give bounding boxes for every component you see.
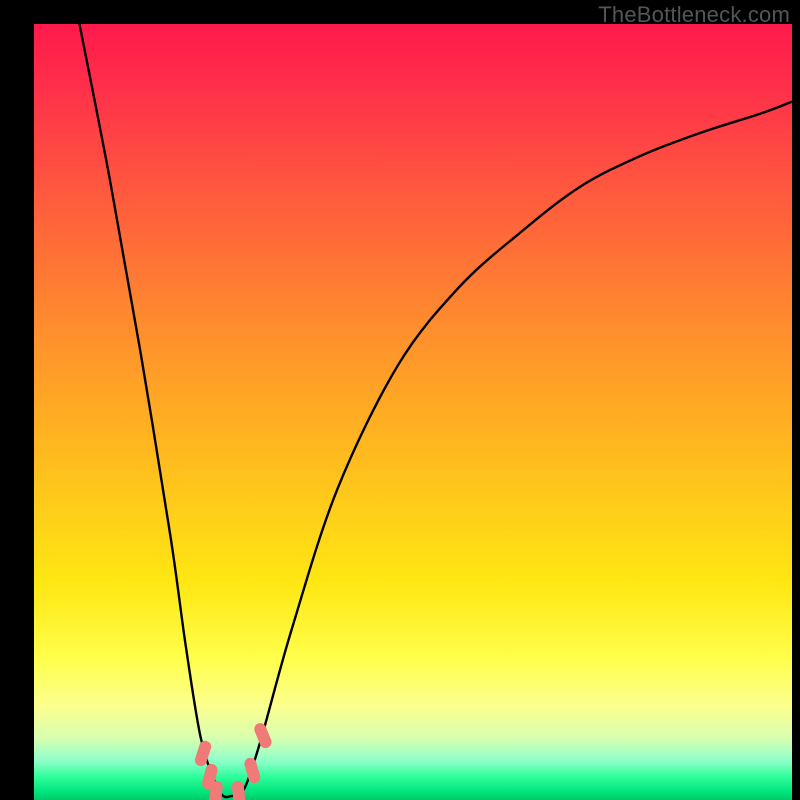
bottleneck-curve-svg <box>34 24 792 800</box>
curve-marker <box>243 756 262 784</box>
curve-minimum-markers <box>193 721 273 800</box>
curve-marker <box>193 739 212 767</box>
bottleneck-curve-path <box>79 24 792 797</box>
curve-marker <box>252 721 273 750</box>
curve-marker <box>231 780 246 800</box>
watermark-label: TheBottleneck.com <box>598 2 790 28</box>
chart-plot-area <box>34 24 792 800</box>
